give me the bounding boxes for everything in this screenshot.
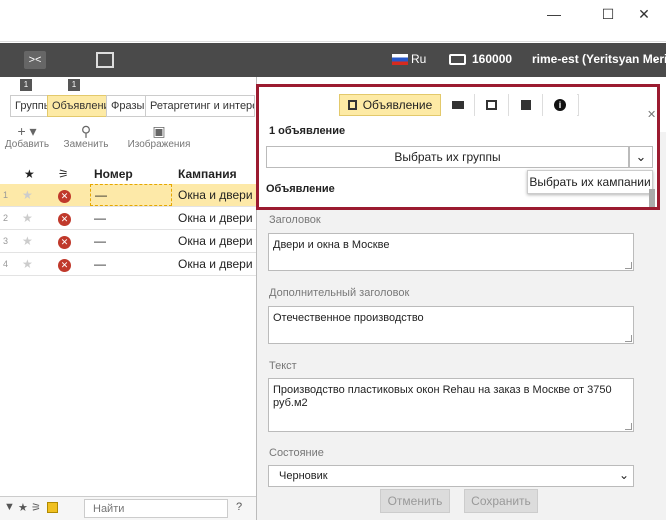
error-cell: ✕ [58,184,71,206]
row-index: 1 [3,190,9,200]
table-row[interactable]: 1 ★ ✕ — Окна и двери (4 [0,184,256,207]
error-cell: ✕ [58,230,71,252]
tab-ads[interactable]: Объявления [47,95,107,117]
grid-header: ★ ⚞ Номер Кампания [0,163,256,185]
error-icon: ✕ [58,236,71,249]
error-icon: ✕ [58,259,71,272]
edit-panel: Объявление i ✕ 1 объявление Выбрать их г… [256,77,666,520]
title-input[interactable]: Двери и окна в Москве [268,233,634,271]
campaign-column-header[interactable]: Кампания [178,163,237,185]
number-cell[interactable]: — [94,230,106,252]
replace-label: Заменить [63,139,109,150]
title-label: Заголовок [269,214,321,226]
text-label: Текст [269,360,297,372]
collapse-panel-icon[interactable]: >< [24,51,46,69]
cancel-button[interactable]: Отменить [380,489,450,513]
tab-groups[interactable]: Группы [10,95,48,117]
number-cell[interactable]: — [94,253,106,275]
chevron-down-icon[interactable]: ⌄ [651,51,660,64]
error-icon: ✕ [58,190,71,203]
left-pane: 1 1 Группы Объявления Фразы Ретаргетинг … [0,77,256,520]
filter-star-icon[interactable]: ▼ [4,501,15,513]
row-index: 4 [3,259,9,269]
close-window-button[interactable]: ✕ [622,0,666,28]
window-titlebar: — ☐ ✕ [0,0,666,42]
text-value: Производство пластиковых окон Rehau на з… [273,384,612,409]
star-icon[interactable]: ★ [22,184,33,206]
subtitle-input[interactable]: Отечественное производство [268,306,634,344]
error-cell: ✕ [58,253,71,275]
star-icon[interactable]: ★ [22,253,33,275]
number-cell[interactable]: — [90,184,172,206]
images-button[interactable]: ▣ Изображения [124,123,194,150]
tab-phrases[interactable]: Фразы [106,95,146,117]
star-column-header[interactable]: ★ [24,163,35,185]
star-icon[interactable]: ★ [22,230,33,252]
state-value: Черновик [279,470,328,482]
add-button[interactable]: + ▾ Добавить [4,123,50,150]
wallet-icon [449,54,466,65]
error-icon: ✕ [58,213,71,226]
search-icon: ⚲ [80,123,92,139]
filter-favorite-icon[interactable]: ★ [18,501,28,514]
subtitle-label: Дополнительный заголовок [269,287,410,299]
table-row[interactable]: 3 ★ ✕ — Окна и двери (4 [0,230,256,253]
highlight-frame [256,84,660,210]
star-icon[interactable]: ★ [22,207,33,229]
images-label: Изображения [127,139,191,150]
tab-badge: 1 [20,79,32,91]
russia-flag-icon [392,54,408,65]
state-label: Состояние [269,447,324,459]
user-menu[interactable]: rime-est (Yeritsyan Meri) [532,52,666,66]
filter-color-icon[interactable] [47,502,58,513]
number-cell[interactable]: — [94,207,106,229]
campaign-cell[interactable]: Окна и двери (4 [178,184,256,206]
film-icon[interactable] [96,52,114,68]
scrollbar-thumb[interactable] [649,189,655,207]
status-column-icon[interactable]: ⚞ [58,163,69,185]
add-label: Добавить [4,139,50,150]
number-column-header[interactable]: Номер [94,163,133,185]
resize-grip[interactable] [625,423,632,430]
language-label[interactable]: Ru [411,52,426,66]
error-cell: ✕ [58,207,71,229]
text-input[interactable]: Производство пластиковых окон Rehau на з… [268,378,634,432]
help-icon[interactable]: ? [236,501,242,513]
resize-grip[interactable] [625,335,632,342]
filter-bar: ▼ ★ ⚞ ? [0,496,256,520]
state-select[interactable]: Черновик ⌄ [268,465,634,487]
plus-icon: + ▾ [17,123,37,139]
tab-badge: 1 [68,79,80,91]
minimize-button[interactable]: — [532,0,576,28]
image-icon: ▣ [152,123,166,139]
tab-retargeting[interactable]: Ретаргетинг и интересы [145,95,255,117]
save-button[interactable]: Сохранить [464,489,538,513]
campaign-cell[interactable]: Окна и двери (4 [178,253,256,275]
balance-value: 160000 [472,52,513,66]
replace-button[interactable]: ⚲ Заменить [62,123,110,150]
filter-status-icon[interactable]: ⚞ [31,501,41,514]
chevron-down-icon: ⌄ [619,468,630,482]
app-topbar: >< Ru 160000 rime-est (Yeritsyan Meri) ⌄ [0,43,666,77]
campaign-cell[interactable]: Окна и двери (4 [178,207,256,229]
row-index: 2 [3,213,9,223]
subtitle-value: Отечественное производство [273,312,424,324]
title-value: Двери и окна в Москве [273,239,390,251]
table-row[interactable]: 2 ★ ✕ — Окна и двери (4 [0,207,256,230]
campaign-cell[interactable]: Окна и двери (4 [178,230,256,252]
search-input[interactable] [84,499,228,518]
resize-grip[interactable] [625,262,632,269]
table-row[interactable]: 4 ★ ✕ — Окна и двери (4 [0,253,256,276]
row-index: 3 [3,236,9,246]
